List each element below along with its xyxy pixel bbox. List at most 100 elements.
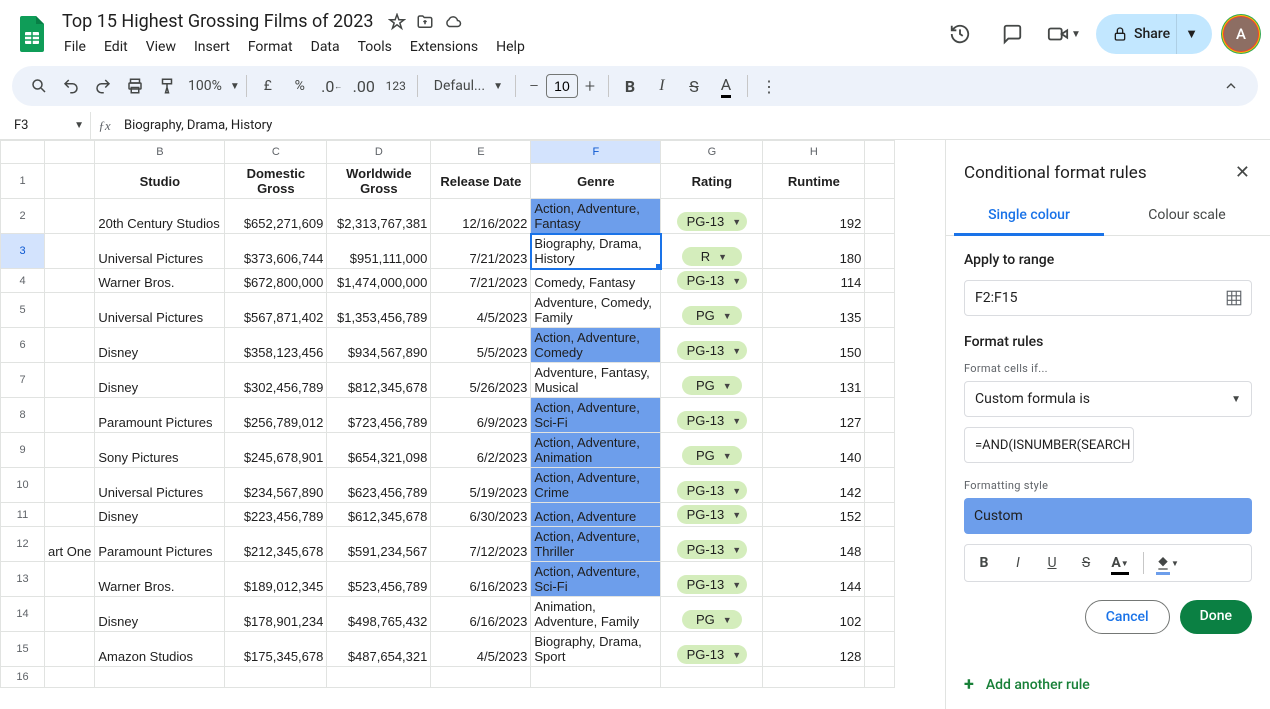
share-dropdown[interactable]: ▼ [1176, 14, 1208, 54]
cell[interactable] [95, 667, 225, 688]
cell-worldwide[interactable]: $523,456,789 [327, 562, 431, 597]
cell-release[interactable]: 7/21/2023 [431, 234, 531, 269]
paint-format-icon[interactable] [152, 71, 182, 101]
cell-studio[interactable]: Disney [95, 328, 225, 363]
cell-rating[interactable]: PG-13▼ [661, 269, 763, 293]
row-header-2[interactable]: 2 [1, 199, 45, 234]
cell-domestic[interactable]: $373,606,744 [225, 234, 327, 269]
cell[interactable] [45, 199, 95, 234]
cell-genre[interactable]: Action, Adventure, Fantasy [531, 199, 661, 234]
close-icon[interactable]: ✕ [1231, 158, 1254, 187]
row-header-8[interactable]: 8 [1, 398, 45, 433]
cell-runtime[interactable]: 192 [763, 199, 865, 234]
cell[interactable] [45, 269, 95, 293]
cell[interactable] [763, 667, 865, 688]
zoom-select[interactable]: 100%▼ [184, 78, 240, 94]
cell-worldwide[interactable]: $487,654,321 [327, 632, 431, 667]
cell[interactable] [865, 667, 895, 688]
cell-rating[interactable]: PG▼ [661, 363, 763, 398]
row-header-11[interactable]: 11 [1, 503, 45, 527]
row-header-6[interactable]: 6 [1, 328, 45, 363]
row-header-12[interactable]: 12 [1, 527, 45, 562]
cell-studio[interactable]: Warner Bros. [95, 562, 225, 597]
cell-domestic[interactable]: $256,789,012 [225, 398, 327, 433]
currency-button[interactable]: £ [253, 71, 283, 101]
cell-worldwide[interactable]: $2,313,767,381 [327, 199, 431, 234]
cell-runtime[interactable]: 131 [763, 363, 865, 398]
cell-release[interactable]: 6/9/2023 [431, 398, 531, 433]
cell-runtime[interactable]: 102 [763, 597, 865, 632]
cell-runtime[interactable]: 148 [763, 527, 865, 562]
cell-rating[interactable]: PG-13▼ [661, 328, 763, 363]
comments-icon[interactable] [992, 14, 1032, 54]
style-fill-color[interactable]: ▼ [1152, 549, 1182, 577]
col-header-C[interactable]: C [225, 141, 327, 164]
cancel-button[interactable]: Cancel [1085, 600, 1170, 634]
col-header-B[interactable]: B [95, 141, 225, 164]
row-header-15[interactable]: 15 [1, 632, 45, 667]
cell-worldwide[interactable]: $723,456,789 [327, 398, 431, 433]
cell-rating[interactable]: PG-13▼ [661, 527, 763, 562]
cell-release[interactable]: 5/19/2023 [431, 468, 531, 503]
cell-studio[interactable]: 20th Century Studios [95, 199, 225, 234]
search-menus-icon[interactable] [24, 71, 54, 101]
cell-domestic[interactable]: $652,271,609 [225, 199, 327, 234]
cell-runtime[interactable]: 152 [763, 503, 865, 527]
cell-domestic[interactable]: $567,871,402 [225, 293, 327, 328]
cell-studio[interactable]: Warner Bros. [95, 269, 225, 293]
cell-worldwide[interactable]: $623,456,789 [327, 468, 431, 503]
cell[interactable] [45, 234, 95, 269]
tab-colour-scale[interactable]: Colour scale [1112, 197, 1262, 235]
cell-genre[interactable]: Action, Adventure, Sci-Fi [531, 398, 661, 433]
col-header-G[interactable]: G [661, 141, 763, 164]
cell-runtime[interactable]: 114 [763, 269, 865, 293]
cell-genre[interactable]: Action, Adventure, Sci-Fi [531, 562, 661, 597]
spreadsheet-grid[interactable]: BCDEFGH1 Studio Domestic Gross Worldwide… [0, 140, 945, 709]
cell-runtime[interactable]: 142 [763, 468, 865, 503]
style-bold[interactable]: B [969, 549, 999, 577]
cell-release[interactable]: 6/16/2023 [431, 597, 531, 632]
cell-release[interactable]: 7/21/2023 [431, 269, 531, 293]
more-toolbar-icon[interactable]: ⋮ [754, 71, 784, 101]
row-header-1[interactable]: 1 [1, 164, 45, 199]
account-avatar[interactable]: A [1224, 17, 1258, 51]
collapse-toolbar-icon[interactable] [1216, 71, 1246, 101]
cell-rating[interactable]: PG-13▼ [661, 503, 763, 527]
cell-genre[interactable]: Biography, Drama, Sport [531, 632, 661, 667]
row-header-9[interactable]: 9 [1, 433, 45, 468]
menu-view[interactable]: View [138, 35, 184, 59]
menu-file[interactable]: File [56, 35, 94, 59]
cell-runtime[interactable]: 144 [763, 562, 865, 597]
row-header-10[interactable]: 10 [1, 468, 45, 503]
cell-release[interactable]: 5/26/2023 [431, 363, 531, 398]
cell-studio[interactable]: Universal Pictures [95, 293, 225, 328]
formula-input[interactable]: Biography, Drama, History [118, 118, 1270, 133]
cell-studio[interactable]: Disney [95, 597, 225, 632]
cell-genre[interactable]: Animation, Adventure, Family [531, 597, 661, 632]
cell[interactable] [431, 667, 531, 688]
cell-rating[interactable]: PG-13▼ [661, 562, 763, 597]
cell-studio[interactable]: Sony Pictures [95, 433, 225, 468]
cell-worldwide[interactable]: $812,345,678 [327, 363, 431, 398]
cell-studio[interactable]: Disney [95, 363, 225, 398]
cell[interactable] [45, 293, 95, 328]
cell-genre[interactable]: Biography, Drama, History [531, 234, 661, 269]
sheets-logo[interactable] [12, 14, 52, 54]
cell-rating[interactable]: PG-13▼ [661, 199, 763, 234]
cell-release[interactable]: 5/5/2023 [431, 328, 531, 363]
cell[interactable] [45, 503, 95, 527]
cell-genre[interactable]: Action, Adventure [531, 503, 661, 527]
cell-rating[interactable]: PG▼ [661, 293, 763, 328]
col-header-E[interactable]: E [431, 141, 531, 164]
cell-worldwide[interactable]: $612,345,678 [327, 503, 431, 527]
cell-genre[interactable]: Adventure, Comedy, Family [531, 293, 661, 328]
text-color-button[interactable]: A [711, 71, 741, 101]
style-preview[interactable]: Custom [964, 498, 1252, 534]
row-header-7[interactable]: 7 [1, 363, 45, 398]
col-header-A[interactable] [865, 141, 895, 164]
cell[interactable] [45, 632, 95, 667]
cell-rating[interactable]: PG-13▼ [661, 468, 763, 503]
cell-worldwide[interactable]: $654,321,098 [327, 433, 431, 468]
cell-domestic[interactable]: $245,678,901 [225, 433, 327, 468]
add-rule-button[interactable]: + Add another rule [946, 660, 1270, 709]
